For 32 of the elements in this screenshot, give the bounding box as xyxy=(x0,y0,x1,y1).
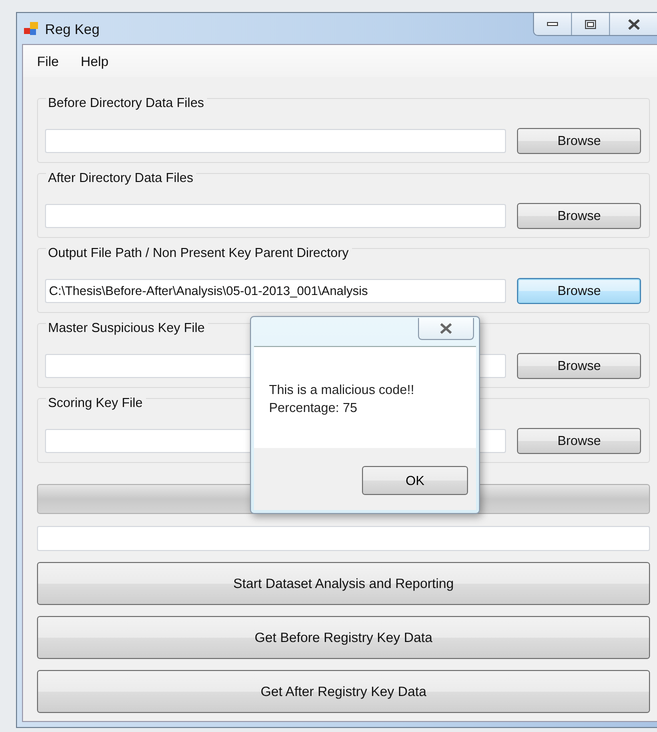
minimize-icon xyxy=(547,22,558,26)
restore-icon xyxy=(585,20,596,28)
message-text: Percentage: 75 xyxy=(269,399,358,417)
input-field[interactable]: C:\Thesis\Before-After\Analysis\05-01-2013_001\Analysis xyxy=(45,278,506,302)
browse-button[interactable]: Browse xyxy=(517,202,641,228)
action-button[interactable]: Get Before Registry Key Data xyxy=(37,616,650,659)
browse-button[interactable]: Browse xyxy=(517,428,641,454)
close-button[interactable] xyxy=(610,13,657,35)
message-text: This is a malicious code!! xyxy=(269,381,416,399)
menu-item[interactable]: File xyxy=(31,52,65,70)
menu-item[interactable]: Help xyxy=(74,52,115,70)
browse-button[interactable]: Browse xyxy=(517,352,641,378)
group-label: Master Suspicious Key File xyxy=(46,320,208,335)
group-label: Scoring Key File xyxy=(46,395,146,410)
browse-button[interactable]: Browse xyxy=(517,278,641,304)
maximize-button[interactable] xyxy=(572,13,610,35)
input-field[interactable] xyxy=(45,128,506,152)
app-icon xyxy=(23,20,39,36)
group-label: Output File Path / Non Present Key Parent Directory xyxy=(46,245,352,260)
close-button[interactable] xyxy=(418,318,474,340)
status-field[interactable] xyxy=(37,526,650,551)
minimize-button[interactable] xyxy=(534,13,572,35)
group-label: Before Directory Data Files xyxy=(46,95,208,110)
ok-button[interactable]: OK xyxy=(362,466,468,495)
action-button[interactable]: Get After Registry Key Data xyxy=(37,670,650,713)
action-button[interactable]: Start Dataset Analysis and Reporting xyxy=(37,562,650,605)
close-icon xyxy=(626,18,640,30)
input-field[interactable] xyxy=(45,204,506,228)
close-icon xyxy=(439,323,453,334)
window-title: Reg Keg xyxy=(45,20,100,36)
browse-button[interactable]: Browse xyxy=(517,128,641,154)
group-label: After Directory Data Files xyxy=(46,170,196,185)
